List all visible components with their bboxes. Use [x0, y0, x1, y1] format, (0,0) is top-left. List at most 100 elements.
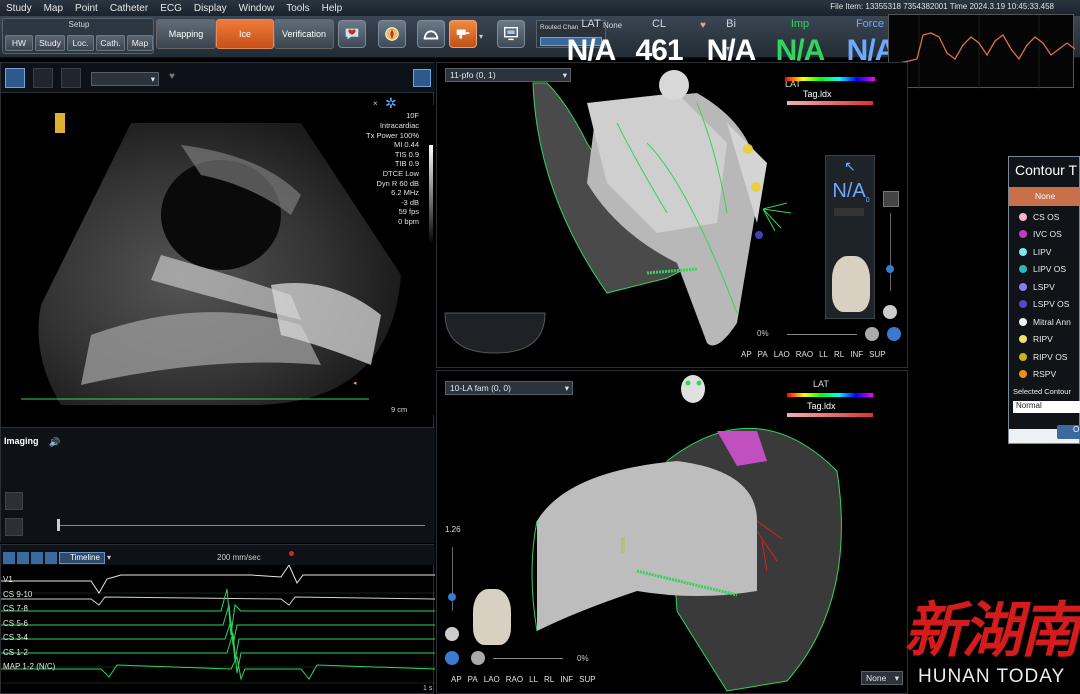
- view2-vslider-handle[interactable]: [448, 593, 456, 601]
- monitor-icon[interactable]: [497, 20, 525, 48]
- view1-nav-icon[interactable]: [887, 327, 901, 341]
- catheter-tool-icon[interactable]: [449, 20, 477, 48]
- catheter-side-panel: ↖ N/A0: [825, 155, 875, 319]
- menu-display[interactable]: Display: [194, 3, 227, 14]
- view2-zoom-knob[interactable]: [471, 651, 485, 665]
- ecg-icon-4[interactable]: [45, 552, 57, 564]
- contour-item[interactable]: Mitral Ann: [1009, 313, 1079, 331]
- view1-zoom-track[interactable]: [787, 334, 857, 335]
- view-ll-1[interactable]: LL: [819, 350, 828, 359]
- contour-item[interactable]: RSPV: [1009, 366, 1079, 384]
- na-value: N/A: [832, 180, 866, 202]
- menu-tools[interactable]: Tools: [286, 3, 309, 14]
- tag-label-1: Tag.ldx: [803, 89, 832, 99]
- timeline-toggle[interactable]: Timeline: [59, 552, 105, 564]
- contour-type-select[interactable]: Normal: [1013, 401, 1080, 413]
- contour-dot: [1019, 300, 1027, 309]
- contour-list: CS OS IVC OS LIPV LIPV OS LSPV LSPV OS M…: [1009, 206, 1079, 383]
- view1-reset-icon[interactable]: [883, 305, 897, 319]
- dome-icon[interactable]: [417, 20, 445, 48]
- contour-item[interactable]: RIPV OS: [1009, 348, 1079, 366]
- ice-param: TIS 0.9: [394, 149, 419, 159]
- view-pa-2[interactable]: PA: [468, 675, 478, 684]
- ice-draw-icon[interactable]: [33, 68, 53, 88]
- view1-vslider-handle[interactable]: [886, 265, 894, 273]
- ice-param: DTCE Low: [382, 168, 419, 178]
- ecg-icon-1[interactable]: [3, 552, 15, 564]
- view-inf-1[interactable]: INF: [850, 350, 863, 359]
- ecg-marker[interactable]: [289, 551, 294, 556]
- view-rl-2[interactable]: RL: [544, 675, 554, 684]
- heart-chat-icon[interactable]: [338, 20, 366, 48]
- timeline-dropdown-icon[interactable]: ▾: [107, 553, 111, 562]
- ecg-icon-3[interactable]: [31, 552, 43, 564]
- view-sup-1[interactable]: SUP: [869, 350, 885, 359]
- setup-title: Setup: [68, 20, 90, 29]
- view-ap-1[interactable]: AP: [741, 350, 752, 359]
- view-inf-2[interactable]: INF: [560, 675, 573, 684]
- contour-item[interactable]: LIPV OS: [1009, 261, 1079, 279]
- view-sup-2[interactable]: SUP: [579, 675, 595, 684]
- ice-view-icon[interactable]: [5, 68, 25, 88]
- map-view-1[interactable]: 11-pfo (0, 1) ▾ LAT Tag.ldx ↖ N/A0 0% AP…: [436, 62, 908, 368]
- view1-corner-icon[interactable]: [883, 191, 899, 207]
- view2-mode-select[interactable]: None ▾: [861, 671, 903, 685]
- loc-button[interactable]: Loc.: [67, 35, 94, 51]
- contour-item[interactable]: RIPV: [1009, 331, 1079, 349]
- view2-nav-icon[interactable]: [445, 651, 459, 665]
- contour-selected[interactable]: None: [1009, 187, 1079, 206]
- view1-vslider-track[interactable]: [890, 213, 891, 291]
- study-button[interactable]: Study: [35, 35, 65, 51]
- dropdown-arrow-icon[interactable]: ▾: [479, 32, 483, 41]
- contour-item-label: IVC OS: [1033, 229, 1062, 240]
- view2-vslider-track[interactable]: [452, 547, 453, 611]
- na-bar: [834, 208, 864, 216]
- menu-study[interactable]: Study: [6, 3, 32, 14]
- contour-item[interactable]: LSPV OS: [1009, 296, 1079, 314]
- view-ap-2[interactable]: AP: [451, 675, 462, 684]
- view2-reset-icon[interactable]: [445, 627, 459, 641]
- view-lao-2[interactable]: LAO: [484, 675, 500, 684]
- heart-model-icon[interactable]: [832, 256, 870, 312]
- gear-icon[interactable]: ✲: [385, 95, 397, 112]
- clip-button[interactable]: [5, 518, 23, 536]
- view-lao-1[interactable]: LAO: [774, 350, 790, 359]
- menu-map[interactable]: Map: [44, 3, 63, 14]
- contour-ok-button[interactable]: O: [1057, 425, 1080, 439]
- view-ll-2[interactable]: LL: [529, 675, 538, 684]
- map-view-2[interactable]: 10-LA fam (0, 0) ▾ LAT Tag.ldx 1.26 0% AP…: [436, 370, 908, 694]
- speaker-icon[interactable]: 🔊: [49, 437, 60, 448]
- menu-point[interactable]: Point: [75, 3, 98, 14]
- ice-param: MI 0.44: [393, 140, 419, 150]
- ice-close-icon[interactable]: ×: [373, 99, 378, 108]
- clip-slider-track[interactable]: [59, 525, 425, 526]
- contour-item[interactable]: CS OS: [1009, 208, 1079, 226]
- ice-mode-select[interactable]: ▾: [91, 72, 159, 86]
- mapping-button[interactable]: Mapping: [156, 19, 216, 49]
- compass-icon[interactable]: [378, 20, 406, 48]
- view-rao-1[interactable]: RAO: [796, 350, 813, 359]
- menu-window[interactable]: Window: [239, 3, 275, 14]
- contour-item[interactable]: LSPV: [1009, 278, 1079, 296]
- menu-ecg[interactable]: ECG: [160, 3, 182, 14]
- view-pa-1[interactable]: PA: [758, 350, 768, 359]
- ice-expand-icon[interactable]: [413, 69, 431, 87]
- cath-button[interactable]: Cath.: [96, 35, 125, 51]
- contour-item[interactable]: LIPV: [1009, 243, 1079, 261]
- menu-catheter[interactable]: Catheter: [110, 3, 148, 14]
- menu-help[interactable]: Help: [322, 3, 343, 14]
- ice-settings-icon[interactable]: [61, 68, 81, 88]
- ice-button[interactable]: Ice: [216, 19, 274, 49]
- contour-item[interactable]: IVC OS: [1009, 226, 1079, 244]
- ecg-icon-2[interactable]: [17, 552, 29, 564]
- clip-slider-handle[interactable]: [57, 519, 60, 531]
- view2-zoom-track[interactable]: [493, 658, 563, 659]
- view1-zoom-knob[interactable]: [865, 327, 879, 341]
- hw-button[interactable]: HW: [5, 35, 33, 51]
- heart-model-icon-2[interactable]: [473, 589, 511, 645]
- view-rao-2[interactable]: RAO: [506, 675, 523, 684]
- view-rl-1[interactable]: RL: [834, 350, 844, 359]
- verification-button[interactable]: Verification: [274, 19, 334, 49]
- record-button[interactable]: [5, 492, 23, 510]
- map-button[interactable]: Map: [127, 35, 153, 51]
